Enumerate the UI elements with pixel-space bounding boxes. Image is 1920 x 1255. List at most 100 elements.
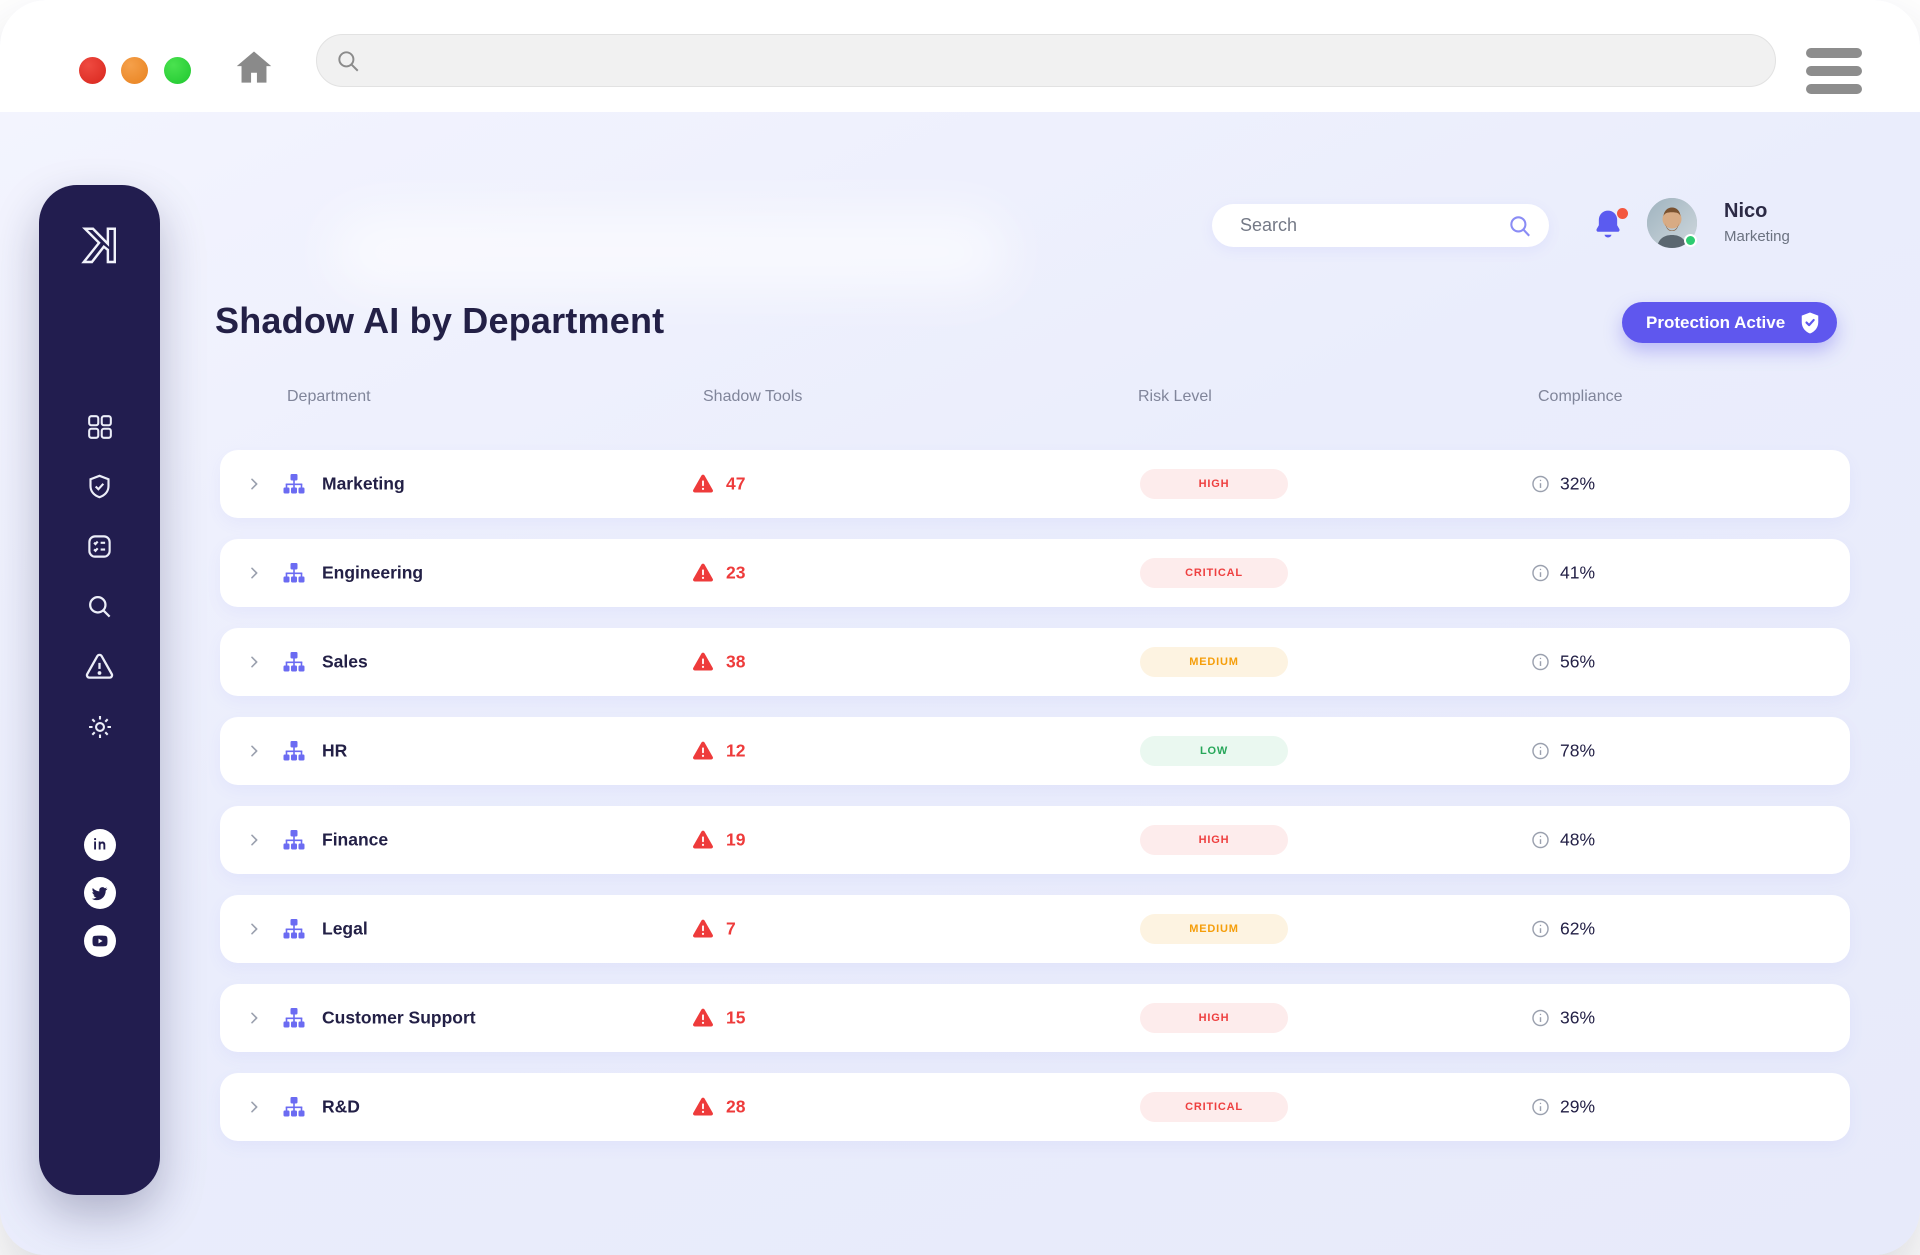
- table-row[interactable]: Marketing 47 HIGH 32%: [220, 450, 1850, 518]
- online-status-dot: [1684, 234, 1697, 247]
- page-title: Shadow AI by Department: [215, 300, 665, 341]
- shadow-tools-count: 38: [726, 651, 746, 672]
- shadow-tools-count: 15: [726, 1007, 746, 1028]
- table-row[interactable]: R&D 28 CRITICAL 29%: [220, 1073, 1850, 1141]
- risk-level-badge: LOW: [1140, 736, 1288, 766]
- sidebar-item-settings[interactable]: [83, 713, 117, 740]
- sidebar-item-alerts[interactable]: [83, 653, 117, 680]
- department-sitemap-icon: [282, 828, 306, 852]
- compliance-value: 36%: [1560, 1007, 1596, 1028]
- table-row[interactable]: Legal 7 MEDIUM 62%: [220, 895, 1850, 963]
- department-sitemap-icon: [282, 739, 306, 763]
- address-bar[interactable]: [316, 34, 1776, 87]
- search-input[interactable]: [1240, 215, 1507, 236]
- expand-chevron-icon[interactable]: [246, 565, 262, 581]
- expand-chevron-icon[interactable]: [246, 832, 262, 848]
- department-name: R&D: [322, 1096, 360, 1117]
- column-header: Risk Level: [1138, 388, 1212, 405]
- sidebar-item-search[interactable]: [83, 593, 117, 620]
- info-icon[interactable]: [1531, 831, 1550, 850]
- department-sitemap-icon: [282, 917, 306, 941]
- menu-icon[interactable]: [1806, 48, 1864, 94]
- notifications-bell-icon[interactable]: [1592, 208, 1630, 246]
- warning-triangle-icon: [692, 919, 714, 939]
- compliance-value: 41%: [1560, 562, 1596, 583]
- table-row[interactable]: Sales 38 MEDIUM 56%: [220, 628, 1850, 696]
- expand-chevron-icon[interactable]: [246, 1010, 262, 1026]
- risk-level-badge: CRITICAL: [1140, 1092, 1288, 1122]
- warning-triangle-icon: [692, 1008, 714, 1028]
- column-header: Shadow Tools: [703, 388, 803, 405]
- table-row[interactable]: HR 12 LOW 78%: [220, 717, 1850, 785]
- search-icon: [89, 596, 111, 618]
- department-name: Engineering: [322, 562, 424, 583]
- shadow-tools-count: 28: [726, 1096, 746, 1117]
- info-icon[interactable]: [1531, 1098, 1550, 1117]
- shadow-tools-count: 47: [726, 473, 746, 494]
- main-content: K Search Nico Marketing Shadow AI by Dep…: [0, 112, 1920, 1255]
- info-icon[interactable]: [1531, 564, 1550, 583]
- risk-level-badge: HIGH: [1140, 1003, 1288, 1033]
- compliance-value: 62%: [1560, 918, 1596, 939]
- expand-chevron-icon[interactable]: [246, 654, 262, 670]
- home-icon[interactable]: [232, 46, 276, 90]
- risk-level-badge: MEDIUM: [1140, 647, 1288, 677]
- app-window: K Search Nico Marketing Shadow AI by Dep…: [0, 0, 1920, 1255]
- department-sitemap-icon: [282, 650, 306, 674]
- shadow-tools-count: 23: [726, 562, 746, 583]
- expand-chevron-icon[interactable]: [246, 476, 262, 492]
- youtube-icon[interactable]: [83, 925, 116, 957]
- column-header: Department: [287, 388, 371, 405]
- twitter-icon[interactable]: [83, 877, 116, 909]
- compliance-value: 29%: [1560, 1096, 1596, 1117]
- expand-chevron-icon[interactable]: [246, 743, 262, 759]
- department-name: Sales: [322, 651, 368, 672]
- department-sitemap-icon: [282, 472, 306, 496]
- browser-topbar: [0, 0, 1920, 112]
- brand-logo[interactable]: K: [39, 217, 160, 273]
- warning-triangle-icon: [692, 652, 714, 672]
- info-icon[interactable]: [1531, 920, 1550, 939]
- background-glow: [330, 212, 1010, 292]
- shadow-tools-count: 7: [726, 918, 736, 939]
- info-icon[interactable]: [1531, 653, 1550, 672]
- shadow-tools-count: 12: [726, 740, 746, 761]
- grid-icon: [87, 414, 112, 439]
- checklist-icon: [88, 535, 111, 558]
- compliance-value: 78%: [1560, 740, 1596, 761]
- minimize-window-button[interactable]: [121, 57, 148, 84]
- linkedin-icon[interactable]: [83, 829, 116, 861]
- url-input[interactable]: [361, 50, 1775, 71]
- table-row[interactable]: Customer Support 15 HIGH 36%: [220, 984, 1850, 1052]
- warning-triangle-icon: [692, 1097, 714, 1117]
- department-name: Legal: [322, 918, 368, 939]
- info-icon[interactable]: [1531, 1009, 1550, 1028]
- department-sitemap-icon: [282, 1095, 306, 1119]
- compliance-value: 32%: [1560, 473, 1596, 494]
- table-row[interactable]: Engineering 23 CRITICAL 41%: [220, 539, 1850, 607]
- warning-triangle-icon: [692, 741, 714, 761]
- risk-level-badge: HIGH: [1140, 825, 1288, 855]
- column-header: Compliance: [1538, 388, 1623, 405]
- notification-badge: [1617, 208, 1628, 219]
- zoom-window-button[interactable]: [164, 57, 191, 84]
- expand-chevron-icon[interactable]: [246, 921, 262, 937]
- expand-chevron-icon[interactable]: [246, 1099, 262, 1115]
- svg-text:K: K: [83, 220, 118, 273]
- risk-level-badge: HIGH: [1140, 469, 1288, 499]
- protection-active-button[interactable]: Protection Active: [1622, 302, 1838, 343]
- department-name: HR: [322, 740, 348, 761]
- risk-level-badge: CRITICAL: [1140, 558, 1288, 588]
- sidebar-item-protection[interactable]: [83, 473, 117, 500]
- table-row[interactable]: Finance 19 HIGH 48%: [220, 806, 1850, 874]
- sidebar-item-dashboard[interactable]: [83, 413, 117, 440]
- close-window-button[interactable]: [79, 57, 106, 84]
- sidebar-item-tasks[interactable]: [83, 533, 117, 560]
- warning-triangle-icon: [692, 474, 714, 494]
- user-name: Nico: [1724, 200, 1768, 222]
- search-icon[interactable]: [1507, 213, 1533, 239]
- shield-check-icon: [89, 474, 110, 499]
- dashboard-search[interactable]: [1212, 204, 1549, 247]
- info-icon[interactable]: [1531, 475, 1550, 494]
- info-icon[interactable]: [1531, 742, 1550, 761]
